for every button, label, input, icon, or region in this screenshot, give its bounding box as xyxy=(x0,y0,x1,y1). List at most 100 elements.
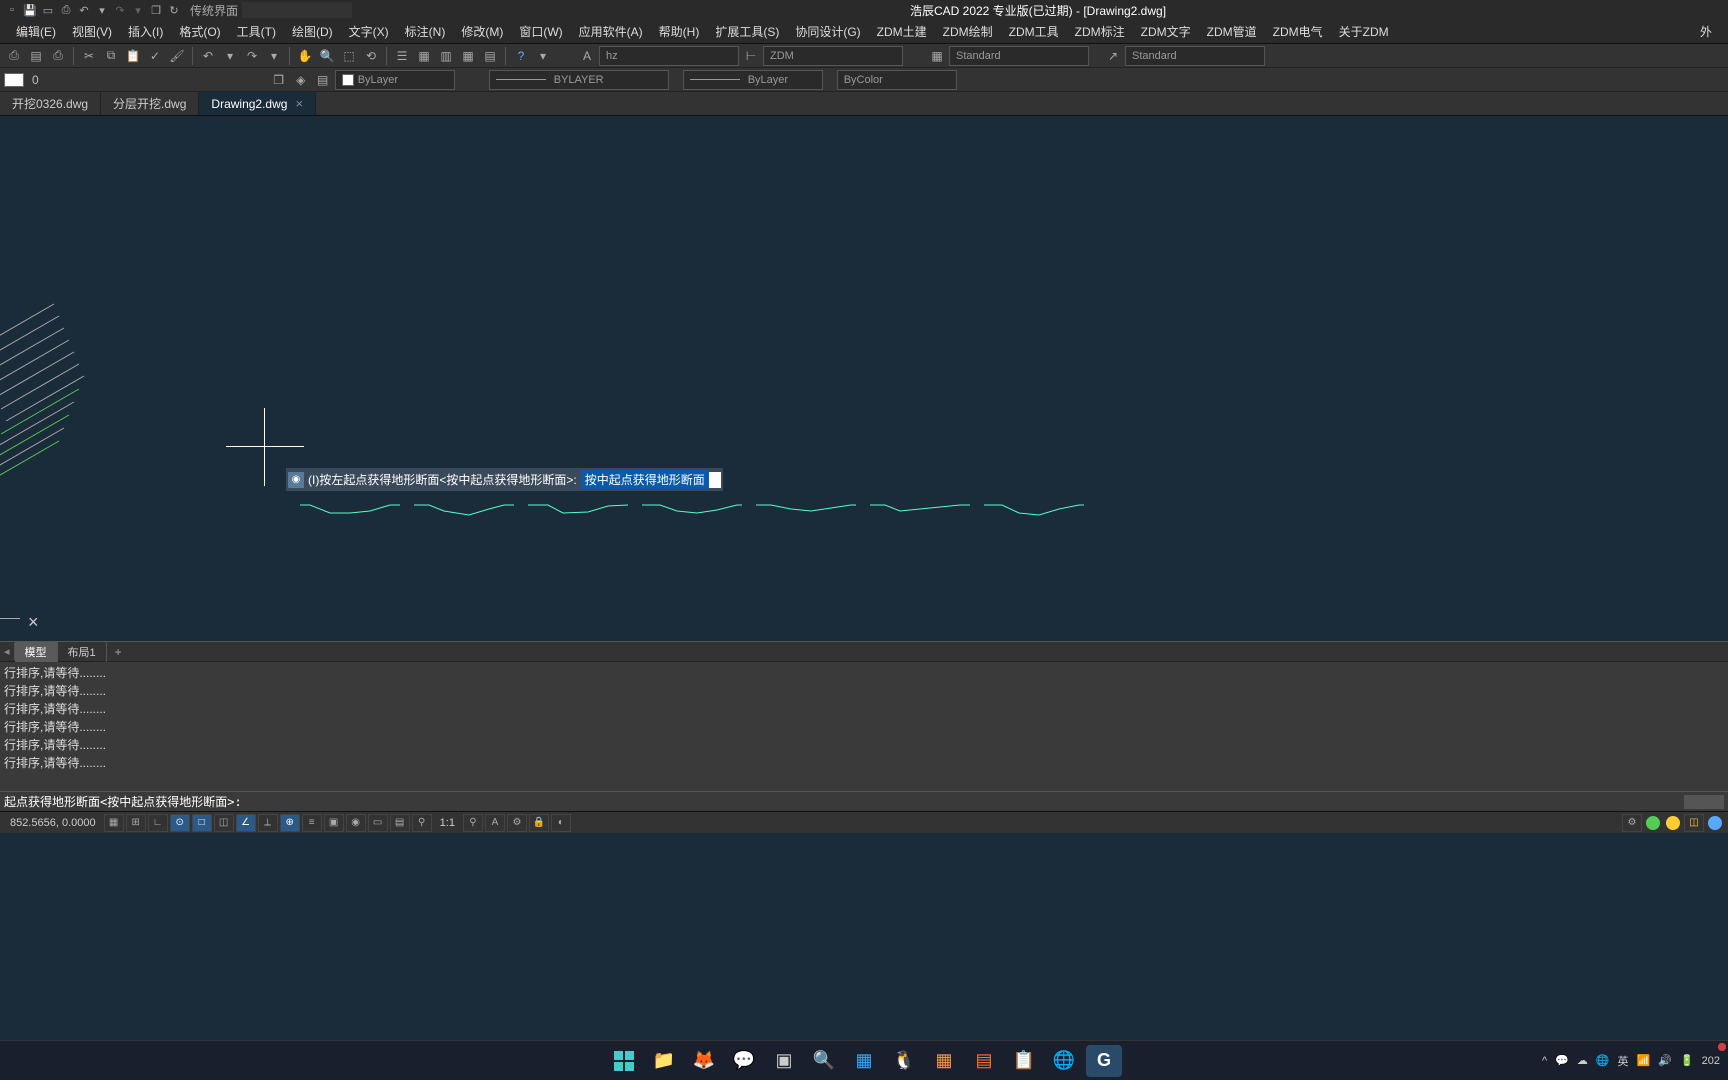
annot-dot-yellow[interactable] xyxy=(1666,816,1680,830)
chrome-icon[interactable]: 🌐 xyxy=(1046,1045,1082,1077)
app-icon-1[interactable]: ▦ xyxy=(926,1045,962,1077)
lineweight-dropdown[interactable]: ByLayer xyxy=(683,70,823,90)
arrow-down-icon[interactable]: ▾ xyxy=(130,2,146,18)
ortho-toggle[interactable]: ∟ xyxy=(148,814,168,832)
menu-view[interactable]: 视图(V) xyxy=(64,21,120,42)
tray-battery-icon[interactable]: 🔋 xyxy=(1680,1054,1694,1067)
menu-text[interactable]: 文字(X) xyxy=(341,21,397,42)
cut-icon[interactable]: ✂ xyxy=(79,46,99,66)
textstyle-icon[interactable]: A xyxy=(577,46,597,66)
layer-mgr-icon[interactable]: ❒ xyxy=(269,70,289,90)
command-input-row[interactable]: 起点获得地形断面<按中起点获得地形断面>: xyxy=(0,791,1728,811)
menu-zdm-draw[interactable]: ZDM绘制 xyxy=(935,21,1001,42)
firefox-icon[interactable]: 🦊 xyxy=(686,1045,722,1077)
tray-clock[interactable]: 202 xyxy=(1702,1055,1720,1067)
gear-icon[interactable]: ⚙ xyxy=(1622,814,1642,832)
mleader-icon[interactable]: ↗ xyxy=(1103,46,1123,66)
linetype-dropdown[interactable]: BYLAYER xyxy=(489,70,669,90)
annovis-toggle[interactable]: ⚲ xyxy=(463,814,483,832)
coordinates[interactable]: 852.5656, 0.0000 xyxy=(4,817,102,829)
model-tab[interactable]: 模型 xyxy=(15,642,58,662)
cmd-scroll-icon[interactable] xyxy=(1684,795,1724,809)
table-icon[interactable]: ▤ xyxy=(480,46,500,66)
color-swatch[interactable] xyxy=(4,73,24,87)
tablestyle-icon[interactable]: ▦ xyxy=(927,46,947,66)
menu-help[interactable]: 帮助(H) xyxy=(651,21,708,42)
match-icon[interactable]: ✓ xyxy=(145,46,165,66)
zoom-win-icon[interactable]: ⬚ xyxy=(339,46,359,66)
hw-toggle[interactable]: ◐ xyxy=(551,814,571,832)
lwt-toggle[interactable]: ≡ xyxy=(302,814,322,832)
tab-nav-first-icon[interactable]: ◂ xyxy=(0,643,15,660)
dimstyle-icon[interactable]: ⊢ xyxy=(741,46,761,66)
notes-icon[interactable]: 📋 xyxy=(1006,1045,1042,1077)
mleader-dropdown[interactable]: Standard xyxy=(1125,46,1265,66)
save-icon[interactable]: 💾 xyxy=(22,2,38,18)
menu-draw[interactable]: 绘图(D) xyxy=(284,21,341,42)
new-icon[interactable]: ▫ xyxy=(4,2,20,18)
undo-icon[interactable]: ↶ xyxy=(76,2,92,18)
layer-state-icon[interactable]: ▤ xyxy=(313,70,333,90)
plotstyle-dropdown[interactable]: ByColor xyxy=(837,70,957,90)
zoom-prev-icon[interactable]: ⟲ xyxy=(361,46,381,66)
wechat-icon[interactable]: 💬 xyxy=(726,1045,762,1077)
command-input-text[interactable]: 起点获得地形断面<按中起点获得地形断面>: xyxy=(4,793,242,810)
transp-toggle[interactable]: ▣ xyxy=(324,814,344,832)
ducs-toggle[interactable]: ⟂ xyxy=(258,814,278,832)
dyn-toggle[interactable]: ⊕ xyxy=(280,814,300,832)
zoom-icon[interactable]: 🔍 xyxy=(317,46,337,66)
3dosnap-toggle[interactable]: ◫ xyxy=(214,814,234,832)
print-icon[interactable]: ⎙ xyxy=(58,2,74,18)
annot-dot-green[interactable] xyxy=(1646,816,1660,830)
annot-dot-blue[interactable] xyxy=(1708,816,1722,830)
menu-format[interactable]: 格式(O) xyxy=(171,21,228,42)
menu-zdm-tools[interactable]: ZDM工具 xyxy=(1001,21,1067,42)
tray-cloud-icon[interactable]: ☁ xyxy=(1577,1054,1588,1067)
annoscale-icon[interactable]: ⚲ xyxy=(412,814,432,832)
layout1-tab[interactable]: 布局1 xyxy=(58,642,107,662)
store-icon[interactable]: ▦ xyxy=(846,1045,882,1077)
layer-dropdown[interactable]: ByLayer xyxy=(335,70,455,90)
start-button[interactable] xyxy=(606,1045,642,1077)
dsm-icon[interactable]: ▦ xyxy=(414,46,434,66)
menu-zdm-dim[interactable]: ZDM标注 xyxy=(1067,21,1133,42)
calc-icon[interactable]: ▦ xyxy=(458,46,478,66)
plot-icon[interactable]: ⎙ xyxy=(48,46,68,66)
menu-edit[interactable]: 编辑(E) xyxy=(8,21,64,42)
file-tab-2[interactable]: Drawing2.dwg× xyxy=(199,92,316,115)
undo-dd-icon[interactable]: ▾ xyxy=(220,46,240,66)
anno-scale[interactable]: 1:1 xyxy=(434,817,461,829)
menu-zdm-elec[interactable]: ZDM电气 xyxy=(1265,21,1331,42)
osnap-toggle[interactable]: □ xyxy=(192,814,212,832)
print-icon[interactable]: ⎙ xyxy=(4,46,24,66)
file-tab-0[interactable]: 开挖0326.dwg xyxy=(0,92,101,115)
brush-icon[interactable]: 🖌 xyxy=(167,46,187,66)
cycle-toggle[interactable]: ◉ xyxy=(346,814,366,832)
redo-icon[interactable]: ↷ xyxy=(112,2,128,18)
menu-tools[interactable]: 工具(T) xyxy=(229,21,284,42)
model-toggle[interactable]: ▤ xyxy=(390,814,410,832)
terminal-icon[interactable]: ▣ xyxy=(766,1045,802,1077)
menu-insert[interactable]: 插入(I) xyxy=(120,21,171,42)
tray-volume-icon[interactable]: 🔊 xyxy=(1658,1054,1672,1067)
textstyle-dropdown[interactable]: hz xyxy=(599,46,739,66)
grid-toggle[interactable]: ⊞ xyxy=(126,814,146,832)
refresh-icon[interactable]: ↻ xyxy=(166,2,182,18)
layer-iso-icon[interactable]: ◈ xyxy=(291,70,311,90)
menu-window[interactable]: 窗口(W) xyxy=(511,21,570,42)
menu-external[interactable]: 外 xyxy=(1692,21,1720,42)
redo-icon[interactable]: ↷ xyxy=(242,46,262,66)
tool-pal-icon[interactable]: ▥ xyxy=(436,46,456,66)
lock-toggle[interactable]: 🔒 xyxy=(529,814,549,832)
arrow-down-icon[interactable]: ▾ xyxy=(94,2,110,18)
gcad-icon[interactable]: G xyxy=(1086,1045,1122,1077)
undo-icon[interactable]: ↶ xyxy=(198,46,218,66)
prompt-value[interactable]: 按中起点获得地形断面 xyxy=(581,470,709,489)
qq-icon[interactable]: 🐧 xyxy=(886,1045,922,1077)
menu-ext[interactable]: 扩展工具(S) xyxy=(707,21,787,42)
workspace-selector[interactable]: 传统界面 xyxy=(190,2,352,19)
menu-zdm-pipe[interactable]: ZDM管道 xyxy=(1199,21,1265,42)
menu-zdm-about[interactable]: 关于ZDM xyxy=(1331,21,1397,42)
qp-toggle[interactable]: ▭ xyxy=(368,814,388,832)
workspace-dropdown[interactable] xyxy=(242,2,352,18)
